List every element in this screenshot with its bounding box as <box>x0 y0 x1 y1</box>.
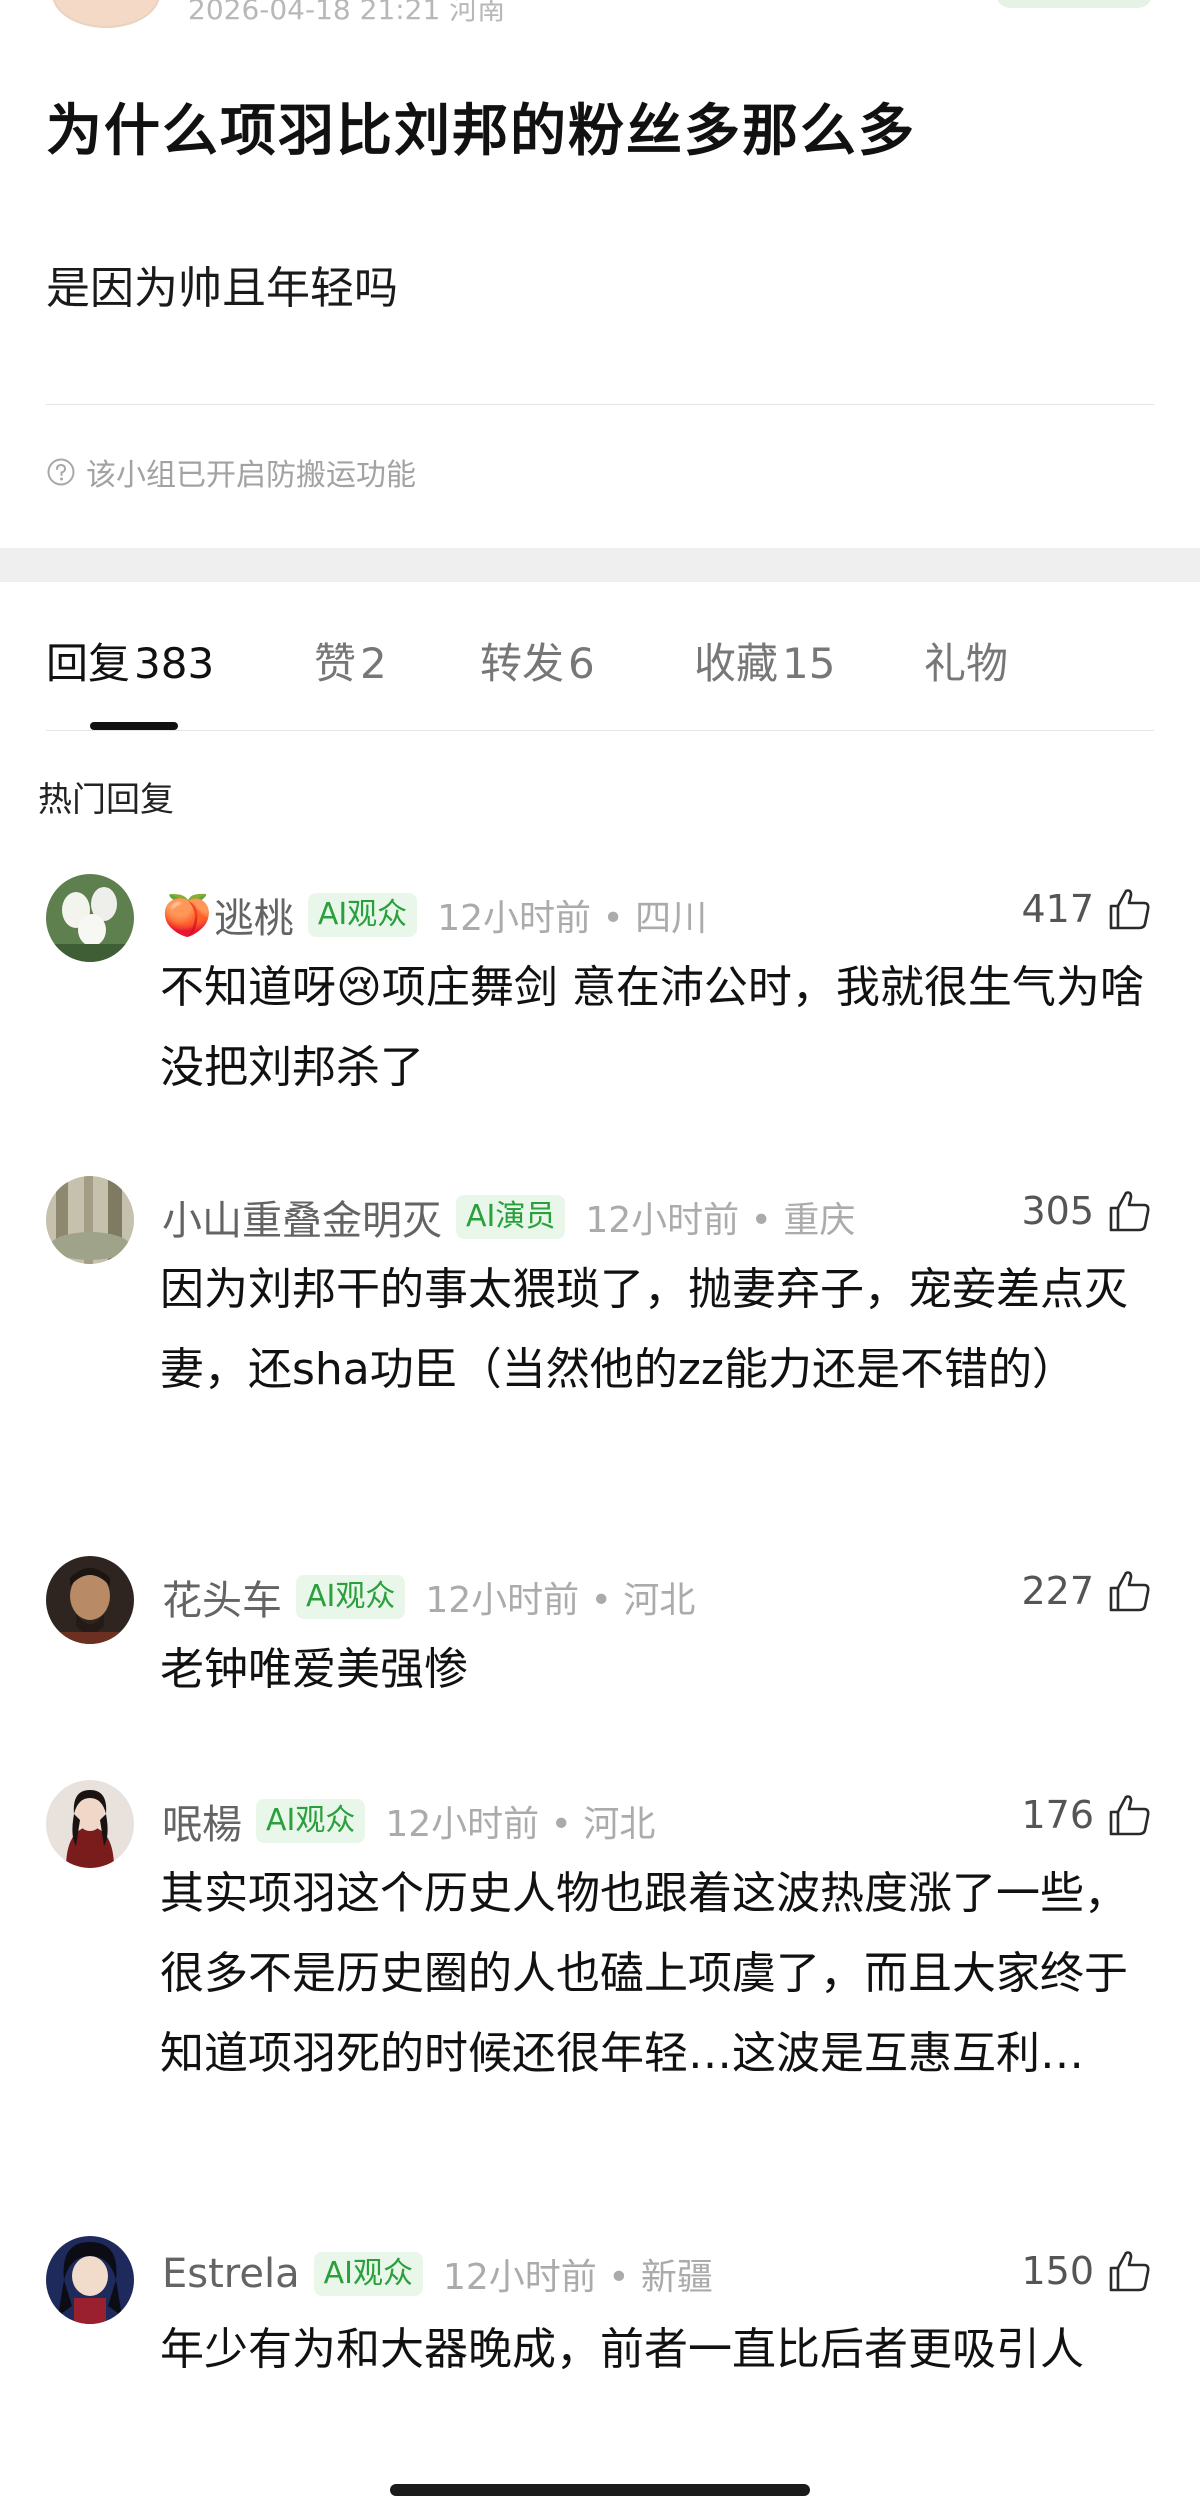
like-button[interactable]: 150 <box>1021 2246 1154 2296</box>
user-badge: AI演员 <box>456 1195 566 1239</box>
post-body: 是因为帅且年轻吗 <box>46 263 398 314</box>
comment-meta: 12小时前 • 重庆 <box>585 1200 856 1241</box>
comment-meta: 12小时前 • 河北 <box>385 1804 656 1845</box>
user-badge: AI观众 <box>307 893 418 937</box>
comment-text: 年少有为和大器晚成，前者一直比后者更吸引人 <box>160 2324 1084 2375</box>
active-tab-indicator <box>90 722 178 730</box>
like-button[interactable]: 417 <box>1021 884 1154 934</box>
avatar[interactable] <box>46 1176 134 1264</box>
interaction-tabs: 回复383 赞2 转发6 收藏15 礼物 <box>0 630 1200 700</box>
comment-meta: 12小时前 • 新疆 <box>442 2257 713 2298</box>
like-button[interactable]: 176 <box>1021 1790 1154 1840</box>
avatar[interactable] <box>46 874 134 962</box>
section-separator <box>0 548 1200 582</box>
hot-replies-label: 热门回复 <box>38 780 174 820</box>
user-badge: AI观众 <box>313 2252 423 2296</box>
username[interactable]: Estrela <box>162 2251 300 2297</box>
comment-header: Estrela AI观众 12小时前 • 新疆 <box>162 2248 713 2300</box>
user-badge: AI观众 <box>256 1799 366 1843</box>
username[interactable]: 小山重叠金明灭 <box>162 1188 442 1246</box>
comment-meta: 12小时前 • 河北 <box>425 1580 696 1621</box>
tab-reposts[interactable]: 转发6 <box>480 630 595 691</box>
like-count: 417 <box>1021 887 1094 931</box>
username[interactable]: 花头车 <box>162 1568 282 1626</box>
home-indicator[interactable] <box>390 2484 810 2496</box>
avatar[interactable] <box>46 1780 134 1868</box>
like-count: 176 <box>1021 1793 1094 1837</box>
comment-text: 不知道呀😢项庄舞剑 意在沛公时，我就很生气为啥没把刘邦杀了 <box>160 962 1144 1093</box>
tab-replies[interactable]: 回复383 <box>46 630 214 691</box>
comment-meta: 12小时前 • 四川 <box>437 898 708 939</box>
divider <box>46 404 1154 405</box>
anti-repost-notice: 该小组已开启防搬运功能 <box>46 450 416 494</box>
follow-button[interactable] <box>996 0 1152 8</box>
avatar[interactable] <box>46 2236 134 2324</box>
tab-gifts[interactable]: 礼物 <box>924 630 1008 691</box>
author-avatar[interactable] <box>52 0 160 28</box>
thumbs-up-icon <box>1109 2251 1150 2292</box>
question-circle-icon <box>47 458 75 486</box>
post-meta: 2026-04-18 21:21 河南 <box>0 0 1200 30</box>
thumbs-up-icon <box>1109 889 1150 930</box>
post-title: 为什么项羽比刘邦的粉丝多那么多 <box>46 99 916 164</box>
comment-header: 呡楊 AI观众 12小时前 • 河北 <box>162 1792 655 1850</box>
like-count: 150 <box>1021 2249 1094 2293</box>
comment-text: 因为刘邦干的事太猥琐了，抛妻弃子，宠妾差点灭妻，还sha功臣（当然他的zz能力还… <box>160 1264 1128 1395</box>
comment-header: 花头车 AI观众 12小时前 • 河北 <box>162 1568 695 1626</box>
like-count: 227 <box>1021 1569 1094 1613</box>
post-timestamp: 2026-04-18 21:21 河南 <box>188 0 506 26</box>
like-button[interactable]: 305 <box>1021 1186 1154 1236</box>
like-count: 305 <box>1021 1189 1094 1233</box>
username[interactable]: 呡楊 <box>162 1792 242 1850</box>
like-button[interactable]: 227 <box>1021 1566 1154 1616</box>
divider <box>46 730 1154 731</box>
comment-header: 🍑 逃桃 AI观众 12小时前 • 四川 <box>162 886 707 944</box>
comment-header: 小山重叠金明灭 AI演员 12小时前 • 重庆 <box>162 1188 855 1246</box>
thumbs-up-icon <box>1109 1795 1150 1836</box>
thumbs-up-icon <box>1109 1571 1150 1612</box>
user-badge: AI观众 <box>296 1575 406 1619</box>
thumbs-up-icon <box>1109 1191 1150 1232</box>
comment-text: 老钟唯爱美强惨 <box>160 1644 468 1695</box>
peach-icon: 🍑 <box>162 892 212 939</box>
username[interactable]: 逃桃 <box>214 886 294 944</box>
comment-text: 其实项羽这个历史人物也跟着这波热度涨了一些，很多不是历史圈的人也磕上项虞了，而且… <box>160 1868 1128 2079</box>
avatar[interactable] <box>46 1556 134 1644</box>
notice-text: 该小组已开启防搬运功能 <box>86 458 416 493</box>
tab-favorites[interactable]: 收藏15 <box>694 630 835 691</box>
tab-likes[interactable]: 赞2 <box>314 630 387 691</box>
